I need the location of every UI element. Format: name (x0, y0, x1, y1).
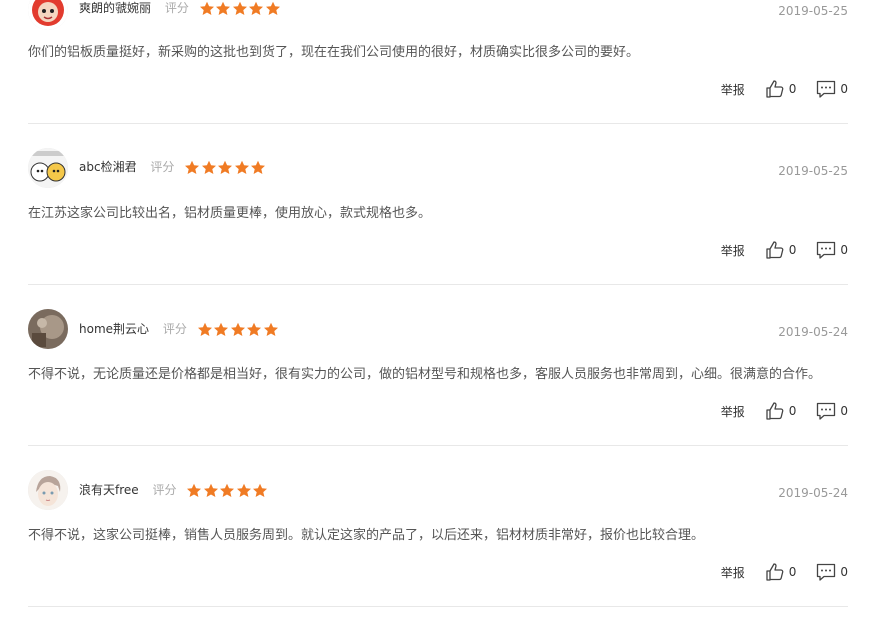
comment-button[interactable]: 0 (816, 240, 848, 260)
avatar[interactable] (28, 309, 68, 349)
star-icon (236, 483, 251, 497)
comment-count: 0 (840, 243, 848, 257)
like-button[interactable]: 0 (765, 401, 797, 421)
thumbs-up-icon (766, 563, 784, 581)
review-date: 2019-05-24 (778, 325, 848, 339)
star-icon (216, 1, 231, 15)
star-rating (186, 483, 269, 498)
like-button[interactable]: 0 (765, 79, 797, 99)
comment-icon (817, 241, 836, 259)
report-button[interactable]: 举报 (721, 81, 745, 98)
star-icon (253, 483, 268, 497)
star-icon (197, 322, 212, 336)
thumbs-up-icon (766, 80, 784, 98)
star-icon (234, 160, 249, 174)
review-item: abc检湘君 评分 2019-05-25 在江苏这家公司比较出名，铝材质量更棒，… (28, 123, 848, 285)
username[interactable]: 爽朗的虢婉丽 (79, 1, 151, 15)
star-icon (230, 322, 245, 336)
review-actions: 举报 0 0 (721, 78, 848, 100)
review-content: 在江苏这家公司比较出名，铝材质量更棒，使用放心，款式规格也多。 (28, 206, 432, 221)
comment-count: 0 (840, 565, 848, 579)
like-count: 0 (788, 82, 797, 96)
review-date: 2019-05-25 (778, 4, 848, 18)
like-count: 0 (788, 565, 797, 579)
comment-icon (817, 80, 836, 98)
report-button[interactable]: 举报 (721, 242, 745, 259)
review-item: 爽朗的虢婉丽 评分 2019-05-25 你们的铝板质量挺好，新采购的这批也到货… (28, 0, 848, 124)
report-button[interactable]: 举报 (721, 564, 745, 581)
star-rating (184, 160, 267, 175)
review-content: 不得不说，这家公司挺棒，销售人员服务周到。就认定这家的产品了，以后还来，铝材材质… (28, 528, 705, 543)
rating-label: 评分 (152, 483, 177, 497)
review-content: 不得不说，无论质量还是价格都是相当好，很有实力的公司，做的铝材型号和规格也多，客… (28, 367, 822, 382)
star-icon (203, 483, 218, 497)
comment-button[interactable]: 0 (816, 401, 848, 421)
star-icon (265, 1, 280, 15)
star-icon (214, 322, 229, 336)
review-date: 2019-05-25 (778, 164, 848, 178)
review-user-row: 爽朗的虢婉丽 评分 (79, 0, 281, 16)
like-button[interactable]: 0 (765, 562, 797, 582)
review-user-row: abc检湘君 评分 (79, 158, 267, 175)
star-icon (247, 322, 262, 336)
comment-button[interactable]: 0 (816, 79, 848, 99)
avatar[interactable] (28, 148, 68, 188)
comment-count: 0 (840, 82, 848, 96)
like-button[interactable]: 0 (765, 240, 797, 260)
comment-icon (817, 402, 836, 420)
review-user-row: 浪有天free 评分 (79, 481, 269, 498)
star-icon (201, 160, 216, 174)
comment-button[interactable]: 0 (816, 562, 848, 582)
comment-count: 0 (840, 404, 848, 418)
rating-label: 评分 (164, 1, 189, 15)
star-icon (220, 483, 235, 497)
like-count: 0 (788, 243, 797, 257)
avatar[interactable] (28, 470, 68, 510)
thumbs-up-icon (766, 241, 784, 259)
review-actions: 举报 0 0 (721, 239, 848, 261)
rating-label: 评分 (150, 160, 175, 174)
review-user-row: home荆云心 评分 (79, 320, 279, 337)
review-actions: 举报 0 0 (721, 400, 848, 422)
star-icon (232, 1, 247, 15)
review-actions: 举报 0 0 (721, 561, 848, 583)
report-button[interactable]: 举报 (721, 403, 745, 420)
star-rating (197, 322, 280, 337)
review-item: home荆云心 评分 2019-05-24 不得不说，无论质量还是价格都是相当好… (28, 284, 848, 446)
star-icon (199, 1, 214, 15)
username[interactable]: home荆云心 (79, 322, 149, 336)
star-icon (187, 483, 202, 497)
star-rating (199, 1, 282, 16)
star-icon (251, 160, 266, 174)
rating-label: 评分 (162, 322, 187, 336)
star-icon (249, 1, 264, 15)
star-icon (218, 160, 233, 174)
avatar[interactable] (28, 0, 68, 30)
review-content: 你们的铝板质量挺好，新采购的这批也到货了，现在在我们公司使用的很好，材质确实比很… (28, 45, 640, 60)
thumbs-up-icon (766, 402, 784, 420)
review-date: 2019-05-24 (778, 486, 848, 500)
star-icon (185, 160, 200, 174)
star-icon (263, 322, 278, 336)
username[interactable]: abc检湘君 (79, 160, 137, 174)
review-item: 浪有天free 评分 2019-05-24 不得不说，这家公司挺棒，销售人员服务… (28, 445, 848, 607)
like-count: 0 (788, 404, 797, 418)
comment-icon (817, 563, 836, 581)
username[interactable]: 浪有天free (79, 483, 139, 497)
